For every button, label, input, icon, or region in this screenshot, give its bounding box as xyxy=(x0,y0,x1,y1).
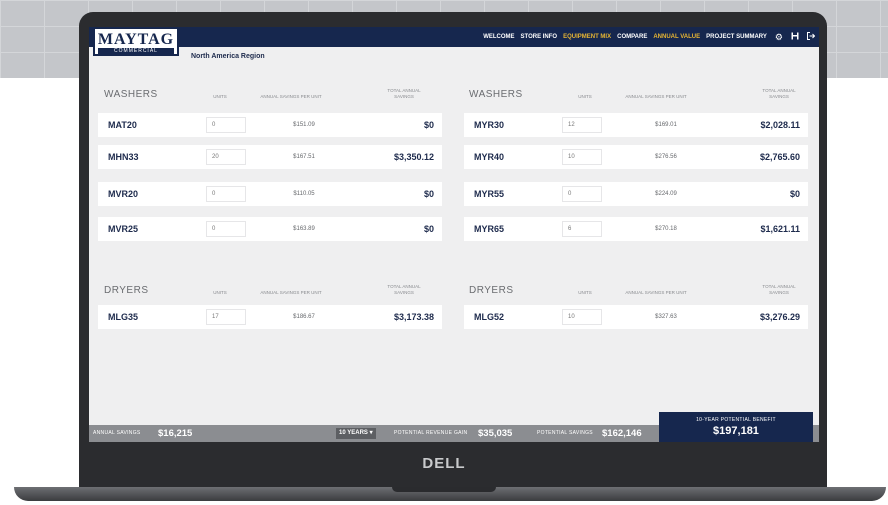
table-row: MLG52 10 $327.63 $3,276.29 xyxy=(464,305,808,329)
nav-store-info[interactable]: STORE INFO xyxy=(521,34,558,40)
laptop-notch xyxy=(392,487,496,492)
table-row: MAT20 0 $151.09 $0 xyxy=(98,113,442,137)
units-input[interactable]: 10 xyxy=(562,309,602,325)
col-total: TOTAL ANNUAL SAVINGS xyxy=(762,284,796,295)
total-savings: $0 xyxy=(423,189,434,199)
period-dropdown[interactable]: 10 YEARS ▾ xyxy=(336,428,376,439)
total-savings: $3,276.29 xyxy=(759,312,800,322)
model-name: MVR25 xyxy=(108,224,139,234)
region-label: North America Region xyxy=(191,53,265,60)
per-unit-savings: $163.89 xyxy=(293,226,315,232)
model-name: MAT20 xyxy=(108,120,137,130)
model-name: MYR65 xyxy=(474,224,505,234)
col-units: UNITS xyxy=(213,94,227,99)
dryers-right-header: DRYERS UNITS ANNUAL SAVINGS PER UNIT TOT… xyxy=(469,270,813,296)
per-unit-savings: $169.01 xyxy=(655,122,677,128)
col-per-unit: ANNUAL SAVINGS PER UNIT xyxy=(260,290,322,295)
section-title: DRYERS xyxy=(104,285,149,296)
units-input[interactable]: 0 xyxy=(562,186,602,202)
table-row: MYR40 10 $276.56 $2,765.60 xyxy=(464,145,808,169)
nav-project-summary[interactable]: PROJECT SUMMARY xyxy=(706,34,767,40)
col-units: UNITS xyxy=(213,290,227,295)
per-unit-savings: $224.09 xyxy=(655,191,677,197)
app-screen: WELCOME STORE INFO EQUIPMENT MIX COMPARE… xyxy=(89,27,819,442)
revenue-gain-value: $35,035 xyxy=(478,428,513,439)
model-name: MLG35 xyxy=(108,312,139,322)
annual-savings-label: ANNUAL SAVINGS xyxy=(93,430,141,436)
model-name: MVR20 xyxy=(108,189,139,199)
benefit-panel: 10-YEAR POTENTIAL BENEFIT $197,181 xyxy=(659,412,813,442)
chevron-down-icon: ▾ xyxy=(369,430,373,436)
period-value: 10 YEARS xyxy=(339,430,368,436)
units-input[interactable]: 20 xyxy=(206,149,246,165)
annual-savings-value: $16,215 xyxy=(158,428,193,439)
model-name: MYR40 xyxy=(474,152,505,162)
units-input[interactable]: 6 xyxy=(562,221,602,237)
table-row: MVR25 0 $163.89 $0 xyxy=(98,217,442,241)
col-per-unit: ANNUAL SAVINGS PER UNIT xyxy=(625,290,687,295)
washers-left-header: WASHERS UNITS ANNUAL SAVINGS PER UNIT TO… xyxy=(104,74,448,100)
units-input[interactable]: 10 xyxy=(562,149,602,165)
col-total: TOTAL ANNUAL SAVINGS xyxy=(387,88,421,99)
dell-logo: DELL xyxy=(422,455,466,472)
nav-annual-value[interactable]: ANNUAL VALUE xyxy=(653,34,700,40)
total-savings: $0 xyxy=(423,224,434,234)
revenue-gain-label: POTENTIAL REVENUE GAIN xyxy=(394,430,468,436)
nav-equipment-mix[interactable]: EQUIPMENT MIX xyxy=(563,34,611,40)
nav-welcome[interactable]: WELCOME xyxy=(483,34,514,40)
total-savings: $2,028.11 xyxy=(760,120,800,130)
top-nav-bar: WELCOME STORE INFO EQUIPMENT MIX COMPARE… xyxy=(89,27,819,47)
model-name: MYR55 xyxy=(474,189,505,199)
model-name: MLG52 xyxy=(474,312,505,322)
col-per-unit: ANNUAL SAVINGS PER UNIT xyxy=(625,94,687,99)
per-unit-savings: $327.63 xyxy=(655,314,677,320)
units-input[interactable]: 0 xyxy=(206,221,246,237)
per-unit-savings: $270.18 xyxy=(655,226,677,232)
per-unit-savings: $110.05 xyxy=(293,191,315,197)
gear-icon[interactable]: ⚙ xyxy=(775,27,783,47)
benefit-label: 10-YEAR POTENTIAL BENEFIT xyxy=(696,417,776,423)
main-nav: WELCOME STORE INFO EQUIPMENT MIX COMPARE… xyxy=(477,27,816,47)
table-row: MVR20 0 $110.05 $0 xyxy=(98,182,442,206)
model-name: MHN33 xyxy=(108,152,139,162)
section-title: WASHERS xyxy=(104,89,158,100)
dryers-left-header: DRYERS UNITS ANNUAL SAVINGS PER UNIT TOT… xyxy=(104,270,448,296)
benefit-value: $197,181 xyxy=(713,425,759,437)
table-row: MYR30 12 $169.01 $2,028.11 xyxy=(464,113,808,137)
units-input[interactable]: 17 xyxy=(206,309,246,325)
total-savings: $3,173.38 xyxy=(393,312,434,322)
per-unit-savings: $167.51 xyxy=(293,154,315,160)
total-savings: $2,765.60 xyxy=(759,152,800,162)
maytag-logo[interactable]: MAYTAG COMMERCIAL xyxy=(93,27,179,56)
units-input[interactable]: 0 xyxy=(206,186,246,202)
per-unit-savings: $151.09 xyxy=(293,122,315,128)
col-units: UNITS xyxy=(578,94,592,99)
table-row: MHN33 20 $167.51 $3,350.12 xyxy=(98,145,442,169)
col-units: UNITS xyxy=(578,290,592,295)
save-icon[interactable] xyxy=(791,27,799,47)
total-savings: $0 xyxy=(789,189,800,199)
per-unit-savings: $276.56 xyxy=(655,154,677,160)
total-savings: $1,621.11 xyxy=(760,224,800,234)
col-total: TOTAL ANNUAL SAVINGS xyxy=(762,88,796,99)
total-savings: $3,350.12 xyxy=(393,152,434,162)
section-title: WASHERS xyxy=(469,89,523,100)
units-input[interactable]: 0 xyxy=(206,117,246,133)
per-unit-savings: $186.67 xyxy=(293,314,315,320)
potential-savings-value: $162,146 xyxy=(602,428,642,439)
washers-right-header: WASHERS UNITS ANNUAL SAVINGS PER UNIT TO… xyxy=(469,74,813,100)
units-input[interactable]: 12 xyxy=(562,117,602,133)
col-per-unit: ANNUAL SAVINGS PER UNIT xyxy=(260,94,322,99)
table-row: MLG35 17 $186.67 $3,173.38 xyxy=(98,305,442,329)
col-total: TOTAL ANNUAL SAVINGS xyxy=(387,284,421,295)
nav-compare[interactable]: COMPARE xyxy=(617,34,647,40)
total-savings: $0 xyxy=(423,120,434,130)
table-row: MYR55 0 $224.09 $0 xyxy=(464,182,808,206)
potential-savings-label: POTENTIAL SAVINGS xyxy=(537,430,593,436)
model-name: MYR30 xyxy=(474,120,505,130)
table-row: MYR65 6 $270.18 $1,621.11 xyxy=(464,217,808,241)
section-title: DRYERS xyxy=(469,285,514,296)
logout-icon[interactable] xyxy=(807,27,816,47)
